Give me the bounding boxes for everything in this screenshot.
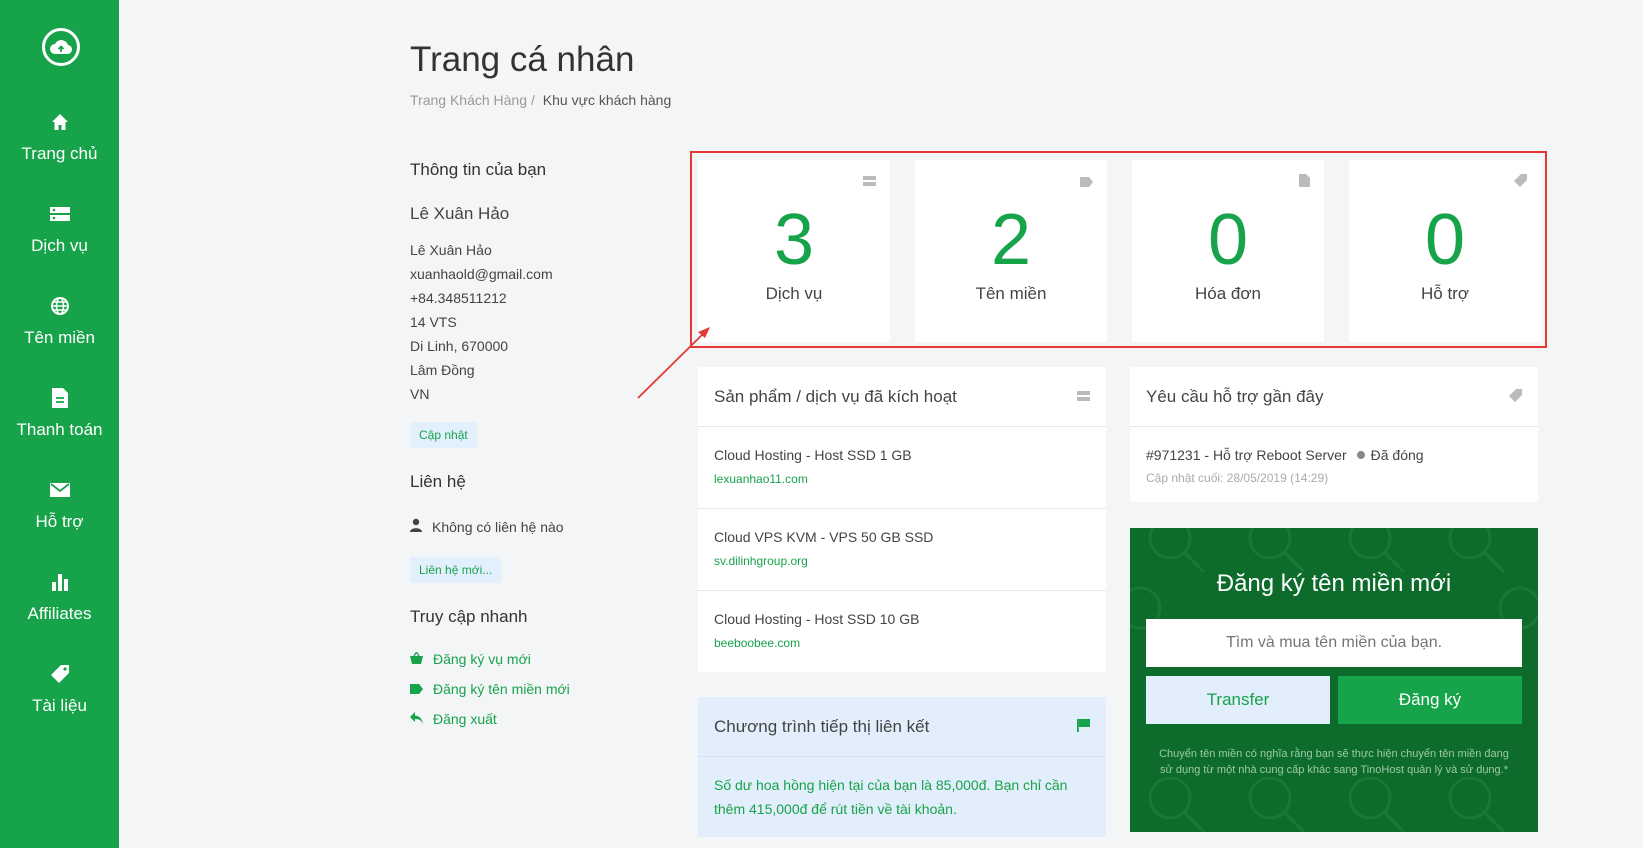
sidebar-item-label: Trang chủ [21,144,98,163]
sidebar: Trang chủ Dịch vụ Tên miền Thanh toán Hỗ… [0,0,119,848]
profile-email: xuanhaold@gmail.com [410,266,553,282]
basket-icon [410,650,423,667]
sidebar-item-label: Hỗ trợ [35,512,84,531]
tag-icon [0,660,119,688]
panel-title: Chương trình tiếp thị liên kết [714,716,930,736]
user-icon [410,518,422,535]
panel-title: Yêu cầu hỗ trợ gần đây [1146,386,1324,406]
service-item[interactable]: Cloud VPS KVM - VPS 50 GB SSD sv.dilinhg… [698,509,1106,591]
contacts-empty-text: Không có liên hệ nào [432,518,564,535]
tag-icon [410,681,423,697]
bar-chart-icon [0,568,119,596]
sidebar-item-affiliates[interactable]: Affiliates [0,568,119,624]
ticket-updated: Cập nhật cuối: 28/05/2019 (14:29) [1146,471,1329,485]
profile-column: Thông tin của bạn Lê Xuân Hảo Lê Xuân Hả… [410,160,650,727]
breadcrumb-current: Khu vực khách hàng [542,92,672,108]
new-contact-button[interactable]: Liên hệ mới... [410,557,502,583]
service-item[interactable]: Cloud Hosting - Host SSD 1 GB lexuanhao1… [698,427,1106,509]
status-dot-icon [1356,451,1365,459]
transfer-note: Chuyển tên miền có nghĩa rằng bạn sẽ thự… [1159,748,1509,776]
quick-link-label: Đăng ký tên miền mới [433,681,570,697]
quick-link-label: Đăng xuất [433,711,497,727]
domain-search-input[interactable] [1146,619,1522,667]
quick-link-register-domain[interactable]: Đăng ký tên miền mới [410,681,650,697]
profile-city: Di Linh, 670000 [410,338,509,354]
breadcrumb-separator: / [531,92,535,108]
ticket-item[interactable]: #971231 - Hỗ trợ Reboot Server Đã đóng C… [1130,427,1538,505]
server-icon [1077,387,1090,407]
ticket-tag-icon [1509,387,1522,407]
sidebar-item-label: Thanh toán [16,420,103,439]
affiliate-panel: Chương trình tiếp thị liên kết Số dư hoa… [698,697,1106,837]
quick-link-label: Đăng ký vụ mới [433,651,531,667]
document-icon [0,384,119,412]
register-domain-button[interactable]: Đăng ký [1338,676,1522,724]
service-name: Cloud VPS KVM - VPS 50 GB SSD [714,529,934,545]
sidebar-item-label: Tài liệu [32,696,87,715]
contacts-empty: Không có liên hệ nào [410,518,650,535]
envelope-icon [0,476,119,504]
cloud-logo-icon[interactable] [42,28,80,66]
panel-header: Chương trình tiếp thị liên kết [698,697,1106,757]
sidebar-item-label: Affiliates [27,604,92,623]
profile-region: Lâm Đồng [410,362,475,378]
profile-phone: +84.348511212 [410,290,507,306]
domain-search-title: Đăng ký tên miền mới [1216,570,1452,597]
sidebar-item-label: Dịch vụ [31,236,88,255]
ticket-status: Đã đóng [1370,447,1424,463]
sidebar-item-support[interactable]: Hỗ trợ [0,476,119,532]
service-domain: beeboobee.com [714,636,801,650]
globe-icon [0,292,119,320]
service-item[interactable]: Cloud Hosting - Host SSD 10 GB beeboobee… [698,591,1106,673]
sidebar-item-home[interactable]: Trang chủ [0,108,119,164]
quick-access-title: Truy cập nhanh [410,607,528,626]
breadcrumb: Trang Khách Hàng / Khu vực khách hàng [410,92,671,108]
profile-address: 14 VTS [410,314,457,330]
ticket-title: #971231 - Hỗ trợ Reboot Server [1146,447,1347,463]
profile-name: Lê Xuân Hảo [410,204,510,223]
home-icon [0,108,119,136]
sidebar-item-docs[interactable]: Tài liệu [0,660,119,716]
sidebar-item-billing[interactable]: Thanh toán [0,384,119,440]
flag-icon [1077,717,1090,737]
sidebar-item-services[interactable]: Dịch vụ [0,200,119,256]
transfer-button[interactable]: Transfer [1146,676,1330,724]
reply-arrow-icon [410,711,423,727]
panel-header: Yêu cầu hỗ trợ gần đây [1130,367,1538,427]
highlight-annotation-box [690,151,1547,348]
update-profile-button[interactable]: Cập nhật [410,422,477,448]
page-title: Trang cá nhân [410,40,635,79]
panel-title: Sản phẩm / dịch vụ đã kích hoạt [714,386,957,406]
breadcrumb-parent-link[interactable]: Trang Khách Hàng [410,92,527,108]
panel-header: Sản phẩm / dịch vụ đã kích hoạt [698,367,1106,427]
profile-country: VN [410,386,430,402]
service-name: Cloud Hosting - Host SSD 1 GB [714,447,912,463]
service-name: Cloud Hosting - Host SSD 10 GB [714,611,920,627]
recent-tickets-panel: Yêu cầu hỗ trợ gần đây #971231 - Hỗ trợ … [1130,367,1538,502]
quick-link-order-service[interactable]: Đăng ký vụ mới [410,650,650,667]
profile-line: Lê Xuân Hảo [410,242,492,258]
server-icon [0,200,119,228]
service-domain: sv.dilinhgroup.org [714,554,808,568]
profile-details: Lê Xuân Hảo xuanhaold@gmail.com +84.3485… [410,238,650,406]
active-services-panel: Sản phẩm / dịch vụ đã kích hoạt Cloud Ho… [698,367,1106,672]
service-domain: lexuanhao11.com [714,472,808,486]
quick-link-logout[interactable]: Đăng xuất [410,711,650,727]
affiliate-balance-text: Số dư hoa hồng hiện tại của bạn là 85,00… [714,777,1068,817]
profile-section-title: Thông tin của bạn [410,160,547,179]
sidebar-item-domains[interactable]: Tên miền [0,292,119,348]
contacts-section-title: Liên hệ [410,472,466,491]
domain-search-panel: Đăng ký tên miền mới Transfer Đăng ký Ch… [1130,528,1538,832]
sidebar-item-label: Tên miền [24,328,95,347]
